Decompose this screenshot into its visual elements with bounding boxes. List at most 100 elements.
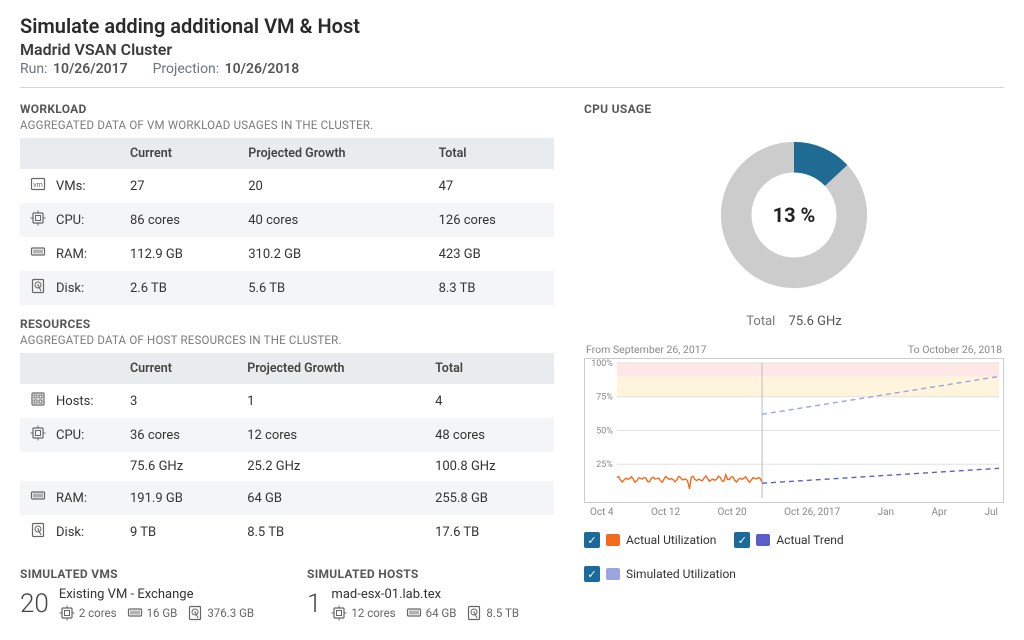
legend-swatch — [606, 534, 620, 546]
xaxis-tick: Apr — [932, 507, 948, 518]
cpu-usage-title: CPU USAGE — [584, 102, 1004, 116]
row-total: 126 cores — [429, 203, 554, 237]
table-row: Hosts:314 — [20, 384, 554, 418]
spec-item: 64 GB — [406, 605, 457, 621]
trend-chart[interactable]: 100%75%50%25% — [584, 358, 1004, 503]
col-current: Current — [120, 353, 237, 384]
row-projected: 40 cores — [238, 203, 428, 237]
workload-subtitle: AGGREGATED DATA OF VM WORKLOAD USAGES IN… — [20, 118, 554, 132]
row-current: 112.9 GB — [120, 237, 238, 271]
spec-item: 2 cores — [59, 605, 117, 621]
table-row: Disk:9 TB8.5 TB17.6 TB — [20, 515, 554, 549]
run-value: 10/26/2017 — [53, 61, 128, 77]
cpu-usage-total: Total 75.6 GHz — [746, 314, 841, 329]
legend-swatch — [756, 534, 770, 546]
col-projected: Projected Growth — [237, 353, 425, 384]
spec-item: 8.5 TB — [466, 605, 519, 621]
resources-subtitle: AGGREGATED DATA OF HOST RESOURCES IN THE… — [20, 333, 554, 347]
row-projected: 12 cores — [237, 418, 425, 452]
cpu-icon — [30, 425, 46, 441]
run-label: Run: — [20, 61, 47, 77]
trend-from: From September 26, 2017 — [586, 343, 707, 356]
legend-label: Actual Utilization — [626, 533, 716, 547]
cpu-usage-donut: 13 % — [709, 130, 879, 300]
legend-label: Actual Trend — [776, 533, 843, 547]
sim-vms-title: SIMULATED VMS — [20, 567, 267, 581]
col-current: Current — [120, 138, 238, 169]
row-total: 8.3 TB — [429, 271, 554, 305]
row-projected: 25.2 GHz — [237, 452, 425, 481]
xaxis-tick: Oct 12 — [651, 507, 680, 518]
legend-item[interactable]: ✓ Actual Trend — [734, 532, 843, 548]
disk-icon — [30, 522, 46, 538]
projection-value: 10/26/2018 — [225, 61, 300, 77]
legend-label: Simulated Utilization — [626, 567, 736, 581]
run-projection-meta: Run: 10/26/2017 Projection: 10/26/2018 — [20, 61, 1004, 77]
legend-item[interactable]: ✓ Simulated Utilization — [584, 566, 736, 582]
checkbox-icon[interactable]: ✓ — [584, 566, 600, 582]
row-current: 191.9 GB — [120, 481, 237, 515]
row-total: 423 GB — [429, 237, 554, 271]
projection-label: Projection: — [153, 61, 220, 77]
sim-hosts-title: SIMULATED HOSTS — [307, 567, 554, 581]
row-total: 255.8 GB — [425, 481, 554, 515]
row-total: 100.8 GHz — [425, 452, 554, 481]
page-header: Simulate adding additional VM & Host Mad… — [20, 14, 1004, 77]
row-total: 47 — [429, 169, 554, 203]
row-label: VMs: — [46, 169, 120, 203]
row-projected: 64 GB — [237, 481, 425, 515]
row-projected: 1 — [237, 384, 425, 418]
disk-icon — [30, 278, 46, 294]
table-row: RAM:191.9 GB64 GB255.8 GB — [20, 481, 554, 515]
row-projected: 20 — [238, 169, 428, 203]
row-label: Hosts: — [46, 384, 120, 418]
legend-swatch — [606, 568, 620, 580]
row-projected: 5.6 TB — [238, 271, 428, 305]
ram-icon — [30, 244, 46, 260]
vm-icon — [30, 176, 46, 192]
svg-text:25%: 25% — [596, 460, 613, 470]
svg-text:75%: 75% — [596, 393, 613, 403]
sim-vm-card: 20 Existing VM - Exchange 2 cores16 GB37… — [20, 587, 267, 621]
row-current: 9 TB — [120, 515, 237, 549]
cpu-icon — [331, 605, 347, 621]
cpu-usage-percent: 13 % — [709, 130, 879, 300]
xaxis-tick: Oct 26, 2017 — [784, 507, 840, 518]
row-label: RAM: — [46, 237, 120, 271]
cluster-name: Madrid VSAN Cluster — [20, 40, 1004, 59]
row-projected: 8.5 TB — [237, 515, 425, 549]
svg-text:100%: 100% — [591, 359, 613, 369]
row-label: CPU: — [46, 418, 120, 452]
col-total: Total — [429, 138, 554, 169]
legend-item[interactable]: ✓ Actual Utilization — [584, 532, 716, 548]
table-row: 75.6 GHz25.2 GHz100.8 GHz — [20, 452, 554, 481]
col-projected: Projected Growth — [238, 138, 428, 169]
row-label: CPU: — [46, 203, 120, 237]
sim-host-name: mad-esx-01.lab.tex — [331, 587, 519, 602]
row-current: 3 — [120, 384, 237, 418]
ram-icon — [127, 605, 143, 621]
row-total: 17.6 TB — [425, 515, 554, 549]
row-current: 75.6 GHz — [120, 452, 237, 481]
disk-icon — [187, 605, 203, 621]
cpu-icon — [30, 210, 46, 226]
row-current: 36 cores — [120, 418, 237, 452]
trend-xaxis: Oct 4Oct 12Oct 20Oct 26, 2017JanAprJul — [584, 503, 1004, 518]
checkbox-icon[interactable]: ✓ — [584, 532, 600, 548]
sim-host-count: 1 — [307, 591, 321, 617]
xaxis-tick: Jan — [878, 507, 894, 518]
row-label: Disk: — [46, 271, 120, 305]
table-row: CPU:86 cores40 cores126 cores — [20, 203, 554, 237]
row-current: 27 — [120, 169, 238, 203]
table-row: RAM:112.9 GB310.2 GB423 GB — [20, 237, 554, 271]
checkbox-icon[interactable]: ✓ — [734, 532, 750, 548]
trend-to: To October 26, 2018 — [908, 343, 1002, 356]
row-current: 2.6 TB — [120, 271, 238, 305]
table-row: Disk:2.6 TB5.6 TB8.3 TB — [20, 271, 554, 305]
row-label: RAM: — [46, 481, 120, 515]
ram-icon — [30, 488, 46, 504]
workload-table: Current Projected Growth Total VMs:27204… — [20, 138, 554, 305]
col-total: Total — [425, 353, 554, 384]
page-title: Simulate adding additional VM & Host — [20, 14, 1004, 38]
host-icon — [30, 391, 46, 407]
